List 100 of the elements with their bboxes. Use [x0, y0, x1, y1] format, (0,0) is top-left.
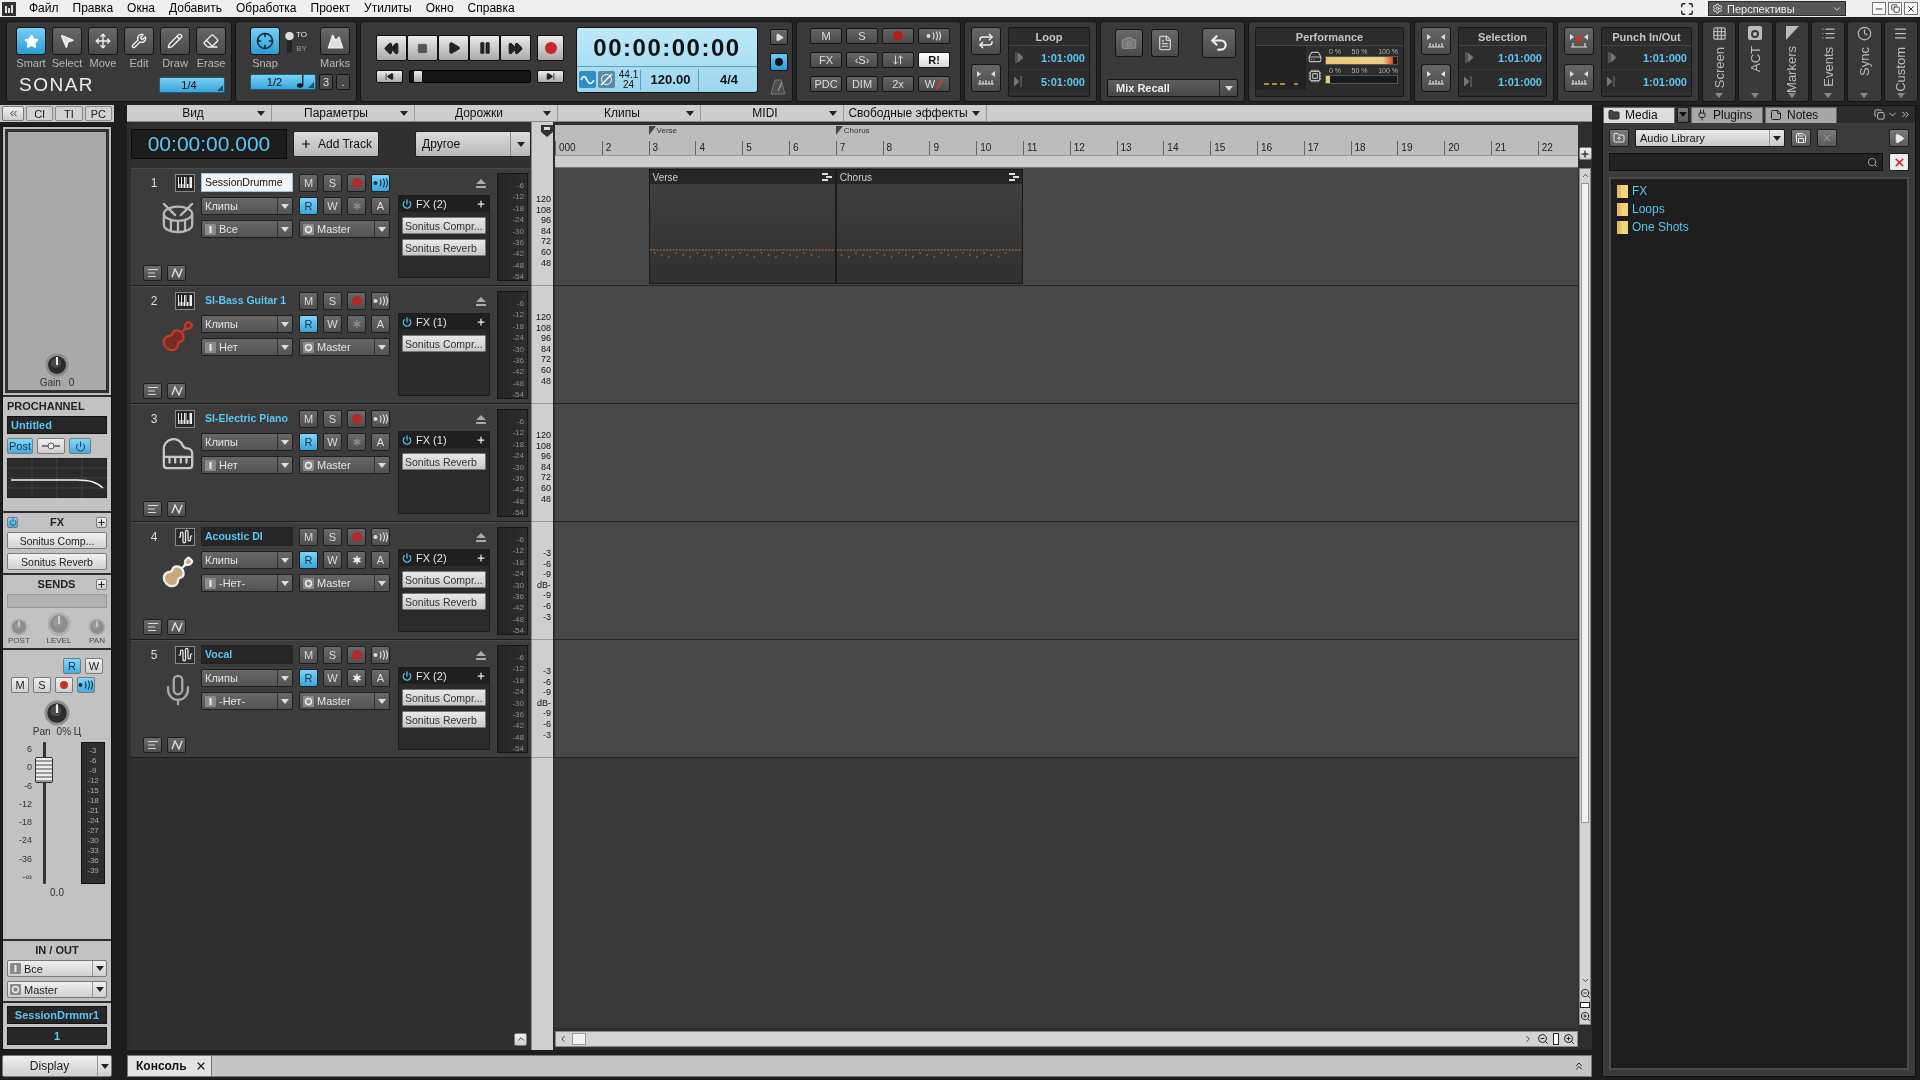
- preset-field[interactable]: Untitled: [7, 416, 107, 434]
- erase-tool-button[interactable]: [196, 27, 226, 55]
- automation-button[interactable]: [167, 383, 186, 399]
- plus-icon[interactable]: [476, 553, 486, 563]
- record-arm-button[interactable]: [347, 409, 366, 428]
- preview-play-button[interactable]: [1889, 129, 1909, 147]
- power-icon[interactable]: [402, 199, 412, 209]
- loop-toggle-button[interactable]: [971, 27, 1001, 55]
- read-automation-button[interactable]: R: [299, 315, 318, 333]
- eject-icon[interactable]: [476, 651, 486, 661]
- go-to-start-button[interactable]: [376, 70, 403, 83]
- clips-mode-dropdown[interactable]: Клипы: [201, 551, 293, 569]
- read-automation-button[interactable]: R: [63, 658, 81, 674]
- punch-toggle-button[interactable]: [1564, 27, 1594, 55]
- toggle-button[interactable]: FX: [810, 52, 842, 68]
- now-marker-icon[interactable]: [541, 125, 553, 137]
- browser-tab[interactable]: Notes: [1765, 106, 1837, 123]
- scroll-thumb[interactable]: [1581, 183, 1589, 823]
- undo-button[interactable]: [1202, 28, 1236, 58]
- toggle-button[interactable]: W: [918, 76, 950, 92]
- collapse-button[interactable]: [2, 106, 24, 121]
- pan-knob[interactable]: [44, 700, 70, 726]
- automation-button[interactable]: [167, 265, 186, 281]
- plugin-button[interactable]: Sonitus Compr...: [402, 571, 486, 588]
- read-automation-button[interactable]: R: [299, 669, 318, 687]
- mute-button[interactable]: M: [299, 291, 318, 310]
- volume-fader[interactable]: [35, 742, 53, 884]
- power-icon[interactable]: [402, 553, 412, 563]
- metronome-icon[interactable]: [770, 79, 786, 95]
- mute-button[interactable]: M: [299, 173, 318, 192]
- vertical-scrollbar[interactable]: [1579, 168, 1591, 1025]
- mute-button[interactable]: M: [299, 645, 318, 664]
- track-name-field[interactable]: SessionDrmmr1: [7, 1006, 107, 1024]
- pause-button[interactable]: [469, 35, 500, 61]
- track-type-button[interactable]: [175, 645, 195, 664]
- view-menu[interactable]: Параметры: [272, 105, 415, 121]
- view-menu[interactable]: Клипы: [558, 105, 701, 121]
- browser-tab[interactable]: Media: [1603, 106, 1675, 123]
- track-menu-button[interactable]: [143, 265, 162, 281]
- mute-button[interactable]: M: [11, 677, 29, 693]
- input-dropdown[interactable]: -Нет-: [201, 574, 293, 592]
- input-dropdown[interactable]: Все: [201, 220, 293, 238]
- gain-knob[interactable]: [45, 353, 69, 377]
- add-lane-button[interactable]: [1578, 147, 1592, 160]
- stop-button[interactable]: [407, 35, 438, 61]
- input-dropdown[interactable]: Все: [7, 960, 107, 977]
- record-arm-button[interactable]: [347, 173, 366, 192]
- select-tool-button[interactable]: [52, 27, 82, 55]
- close-button[interactable]: [1904, 2, 1918, 15]
- marker-flag-icon[interactable]: [648, 126, 656, 135]
- output-dropdown[interactable]: Master: [299, 220, 390, 238]
- punch-range-button[interactable]: [1564, 64, 1594, 92]
- output-dropdown[interactable]: Master: [299, 338, 390, 356]
- solo-button[interactable]: S: [323, 645, 342, 664]
- input-echo-button[interactable]: [77, 677, 95, 693]
- menu-item[interactable]: Справка: [460, 0, 522, 17]
- clips-mode-dropdown[interactable]: Клипы: [201, 315, 293, 333]
- eject-icon[interactable]: [476, 415, 486, 425]
- routing-button[interactable]: [37, 438, 65, 454]
- snap-button[interactable]: [250, 27, 280, 55]
- view-menu[interactable]: Вид: [129, 105, 272, 121]
- tree-item[interactable]: FX: [1617, 183, 1901, 199]
- overlapping-squares-icon[interactable]: [1874, 109, 1885, 120]
- solo-button[interactable]: S: [33, 677, 51, 693]
- archive-button[interactable]: A: [371, 197, 390, 215]
- input-dropdown[interactable]: -Нет-: [201, 692, 293, 710]
- toggle-button[interactable]: S: [846, 28, 878, 44]
- zoom-out-icon[interactable]: [1579, 988, 1591, 999]
- menu-item[interactable]: Обработка: [229, 0, 304, 17]
- record-arm-button[interactable]: [347, 291, 366, 310]
- screen-view-tab[interactable]: Screen: [1702, 21, 1737, 102]
- events-view-tab[interactable]: Events: [1811, 21, 1846, 102]
- archive-button[interactable]: A: [371, 315, 390, 333]
- document-button[interactable]: [1151, 29, 1179, 57]
- menu-item[interactable]: Окно: [418, 0, 461, 17]
- menu-item[interactable]: Добавить: [161, 0, 229, 17]
- input-echo-button[interactable]: [371, 173, 390, 192]
- output-dropdown[interactable]: Master: [7, 981, 107, 998]
- input-echo-button[interactable]: [371, 645, 390, 664]
- mix-recall-dropdown[interactable]: Mix Recall: [1107, 79, 1238, 97]
- power-icon[interactable]: [402, 435, 412, 445]
- record-arm-button[interactable]: [55, 677, 73, 693]
- small-play-button[interactable]: [770, 29, 788, 45]
- clip-menu-icon[interactable]: [1009, 173, 1019, 181]
- write-automation-button[interactable]: W: [323, 433, 342, 451]
- add-fx-button[interactable]: [96, 516, 107, 528]
- track-name-field[interactable]: Acoustic DI: [201, 527, 293, 546]
- console-tab[interactable]: Консоль: [128, 1056, 212, 1076]
- browser-tab[interactable]: Plugins: [1691, 106, 1763, 123]
- archive-button[interactable]: A: [371, 551, 390, 569]
- view-menu[interactable]: MIDI: [701, 105, 844, 121]
- menu-item[interactable]: Проект: [303, 0, 358, 17]
- output-dropdown[interactable]: Master: [299, 692, 390, 710]
- scroll-thumb[interactable]: [572, 1033, 586, 1045]
- write-automation-button[interactable]: W: [323, 197, 342, 215]
- minimize-button[interactable]: [1872, 2, 1886, 15]
- dotted-button[interactable]: .: [336, 74, 350, 90]
- display-dropdown[interactable]: Display: [2, 1055, 112, 1077]
- track-type-button[interactable]: [175, 409, 195, 428]
- fx-power-button[interactable]: [7, 516, 18, 528]
